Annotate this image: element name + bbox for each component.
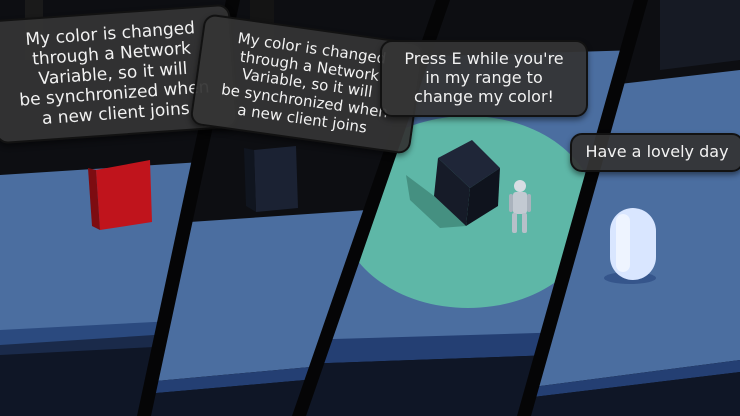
speech-line: Press E while you're: [404, 49, 564, 68]
speech-bubble-range: Press E while you're in my range to chan…: [380, 40, 588, 117]
speech-bubble-capsule: Have a lovely day: [570, 133, 740, 172]
speech-line: change my color!: [414, 86, 554, 106]
game-collage: My color is changed through a Network Va…: [0, 0, 740, 416]
speech-line: Have a lovely day: [585, 142, 729, 161]
speech-line: in my range to: [425, 67, 543, 87]
